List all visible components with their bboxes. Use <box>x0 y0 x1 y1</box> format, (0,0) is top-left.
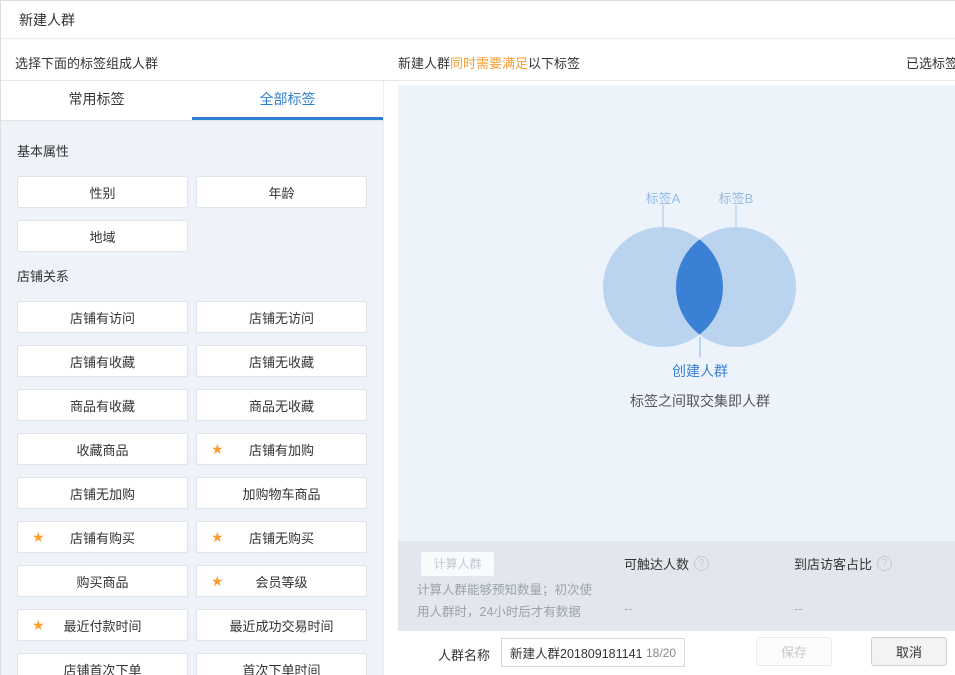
tag-button[interactable]: 店铺有收藏 <box>17 345 188 377</box>
tag-button[interactable]: 店铺无收藏 <box>196 345 367 377</box>
dialog-title: 新建人群 <box>1 1 955 39</box>
tag-label: 商品无收藏 <box>249 396 314 415</box>
tag-picker-panel: 常用标签 全部标签 基本属性性别年龄地域店铺关系店铺有访问店铺无访问店铺有收藏店… <box>1 81 384 675</box>
tag-button[interactable]: 地域 <box>17 220 188 252</box>
tag-button[interactable]: 商品有收藏 <box>17 389 188 421</box>
tag-label: 店铺无加购 <box>70 484 135 503</box>
tag-label: 店铺有访问 <box>70 308 135 327</box>
tag-label: 收藏商品 <box>76 440 128 459</box>
tag-button[interactable]: ★ 会员等级 <box>196 565 367 597</box>
crowd-name-counter: 18/20 <box>646 646 676 660</box>
tag-label: 店铺有收藏 <box>70 352 135 371</box>
cancel-button[interactable]: 取消 <box>871 637 947 666</box>
crowd-preview-panel: 标签A 标签B 创建人群 标签之间取交集即人群 计算人群 计算人群能够预知数量；… <box>398 81 955 675</box>
help-icon[interactable]: ? <box>877 556 892 571</box>
venn-caption: 标签之间取交集即人群 <box>630 391 770 411</box>
metric-store-visitor-ratio: 到店访客占比 ? -- <box>794 554 892 616</box>
tab-all-tags[interactable]: 全部标签 <box>192 81 383 120</box>
tag-label: 性别 <box>89 183 115 202</box>
tag-label: 首次下单时间 <box>242 660 320 675</box>
metric-ratio-label: 到店访客占比 <box>794 554 872 573</box>
star-icon: ★ <box>211 574 224 588</box>
tag-button[interactable]: ★ 最近付款时间 <box>17 609 188 641</box>
tag-label: 最近付款时间 <box>63 616 141 635</box>
save-button[interactable]: 保存 <box>756 637 832 666</box>
venn-diagram-area: 标签A 标签B 创建人群 标签之间取交集即人群 <box>398 85 955 541</box>
star-icon: ★ <box>32 618 45 632</box>
tag-label: 店铺有购买 <box>70 528 135 547</box>
tag-button[interactable]: 店铺有访问 <box>17 301 188 333</box>
section-title: 基本属性 <box>17 141 367 160</box>
tag-button[interactable]: 年龄 <box>196 176 367 208</box>
metric-reachable-users: 可触达人数 ? -- <box>624 554 709 616</box>
star-icon: ★ <box>211 442 224 456</box>
crowd-name-field: 18/20 <box>501 638 685 667</box>
tag-label: 地域 <box>89 227 115 246</box>
tag-button[interactable]: 商品无收藏 <box>196 389 367 421</box>
tag-button[interactable]: 首次下单时间 <box>196 653 367 675</box>
right-panel-title: 新建人群同时需要满足以下标签 <box>398 53 580 72</box>
tag-label: 商品有收藏 <box>70 396 135 415</box>
venn-result-label: 创建人群 <box>672 361 728 381</box>
new-crowd-dialog: 新建人群 选择下面的标签组成人群 新建人群同时需要满足以下标签 已选标签 常用标… <box>0 0 955 675</box>
tag-grid: 性别 年龄地域 <box>17 176 367 252</box>
tag-tabs: 常用标签 全部标签 <box>1 81 383 121</box>
tag-label: 购买商品 <box>76 572 128 591</box>
star-icon: ★ <box>32 530 45 544</box>
tag-button[interactable]: 最近成功交易时间 <box>196 609 367 641</box>
tag-label: 年龄 <box>268 183 294 202</box>
right-title-prefix: 新建人群 <box>398 56 450 71</box>
compute-hint: 计算人群能够预知数量；初次使 用人群时，24小时后才有数据 <box>417 579 592 623</box>
tag-label: 店铺无购买 <box>249 528 314 547</box>
tag-sections: 基本属性性别 年龄地域店铺关系店铺有访问 店铺无访问店铺有收藏 店铺无收藏商品有收藏 商… <box>1 121 383 675</box>
tag-button[interactable]: 店铺首次下单 <box>17 653 188 675</box>
compute-hint-line2: 用人群时，24小时后才有数据 <box>417 601 592 623</box>
selected-tags-link[interactable]: 已选标签 <box>906 53 955 72</box>
venn-label-a: 标签A <box>646 188 681 207</box>
tag-button[interactable]: ★ 店铺有购买 <box>17 521 188 553</box>
metrics-bar: 计算人群 计算人群能够预知数量；初次使 用人群时，24小时后才有数据 可触达人数… <box>398 541 955 631</box>
venn-diagram <box>398 85 955 541</box>
tab-common-tags[interactable]: 常用标签 <box>1 81 192 120</box>
compute-crowd-button[interactable]: 计算人群 <box>421 552 494 576</box>
panel-gutter <box>384 81 398 675</box>
compute-hint-line1: 计算人群能够预知数量；初次使 <box>417 579 592 601</box>
tag-button[interactable]: 购买商品 <box>17 565 188 597</box>
sub-header: 选择下面的标签组成人群 新建人群同时需要满足以下标签 已选标签 <box>1 39 955 81</box>
tag-label: 店铺无收藏 <box>249 352 314 371</box>
tag-label: 店铺无访问 <box>249 308 314 327</box>
tag-button[interactable]: ★ 店铺有加购 <box>196 433 367 465</box>
tag-label: 店铺有加购 <box>249 440 314 459</box>
section-title: 店铺关系 <box>17 266 367 285</box>
metric-reachable-label: 可触达人数 <box>624 554 689 573</box>
star-icon: ★ <box>211 530 224 544</box>
tag-button[interactable]: 店铺无访问 <box>196 301 367 333</box>
crowd-name-label: 人群名称 <box>438 645 490 664</box>
tag-button[interactable]: 店铺无加购 <box>17 477 188 509</box>
tag-label: 最近成功交易时间 <box>229 616 333 635</box>
metric-ratio-value: -- <box>794 601 892 616</box>
tag-label: 店铺首次下单 <box>63 660 141 675</box>
tag-button[interactable]: 收藏商品 <box>17 433 188 465</box>
left-panel-title: 选择下面的标签组成人群 <box>15 53 158 72</box>
help-icon[interactable]: ? <box>694 556 709 571</box>
dialog-body: 常用标签 全部标签 基本属性性别年龄地域店铺关系店铺有访问店铺无访问店铺有收藏店… <box>1 81 955 675</box>
tag-label: 加购物车商品 <box>242 484 320 503</box>
tag-label: 会员等级 <box>255 572 307 591</box>
tag-button[interactable]: ★ 店铺无购买 <box>196 521 367 553</box>
venn-label-b: 标签B <box>719 188 754 207</box>
right-title-highlight: 同时需要满足 <box>450 56 528 71</box>
crowd-name-input[interactable] <box>510 646 642 660</box>
right-title-suffix: 以下标签 <box>528 56 580 71</box>
tag-grid: 店铺有访问 店铺无访问店铺有收藏 店铺无收藏商品有收藏 商品无收藏收藏商品 ★ 店铺有加购… <box>17 301 367 675</box>
dialog-footer: 人群名称 18/20 保存 取消 <box>398 631 955 675</box>
tag-button[interactable]: 加购物车商品 <box>196 477 367 509</box>
tag-button[interactable]: 性别 <box>17 176 188 208</box>
metric-reachable-value: -- <box>624 601 709 616</box>
